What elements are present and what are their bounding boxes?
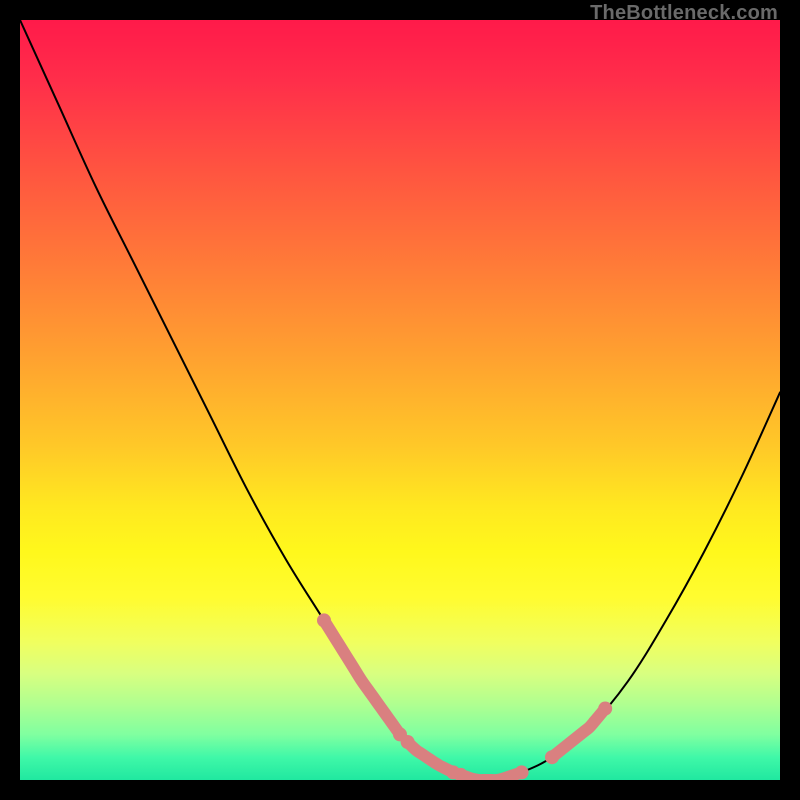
highlight-cap [317,613,331,627]
highlight-segment [408,742,454,772]
watermark-label: TheBottleneck.com [590,2,778,25]
highlight-cap [454,768,468,780]
highlight-cap [393,727,407,741]
highlight-segments [317,613,612,780]
highlight-segment [552,709,605,758]
highlight-cap [545,750,559,764]
highlight-cap [401,735,415,749]
highlight-cap [446,765,460,779]
highlight-cap [598,702,612,716]
highlight-segment [461,772,522,780]
highlight-segment [324,620,400,734]
bottleneck-curve [20,20,780,780]
highlight-cap [515,765,529,779]
chart-container: TheBottleneck.com [0,0,800,800]
plot-area [20,20,780,780]
curve-svg [20,20,780,780]
